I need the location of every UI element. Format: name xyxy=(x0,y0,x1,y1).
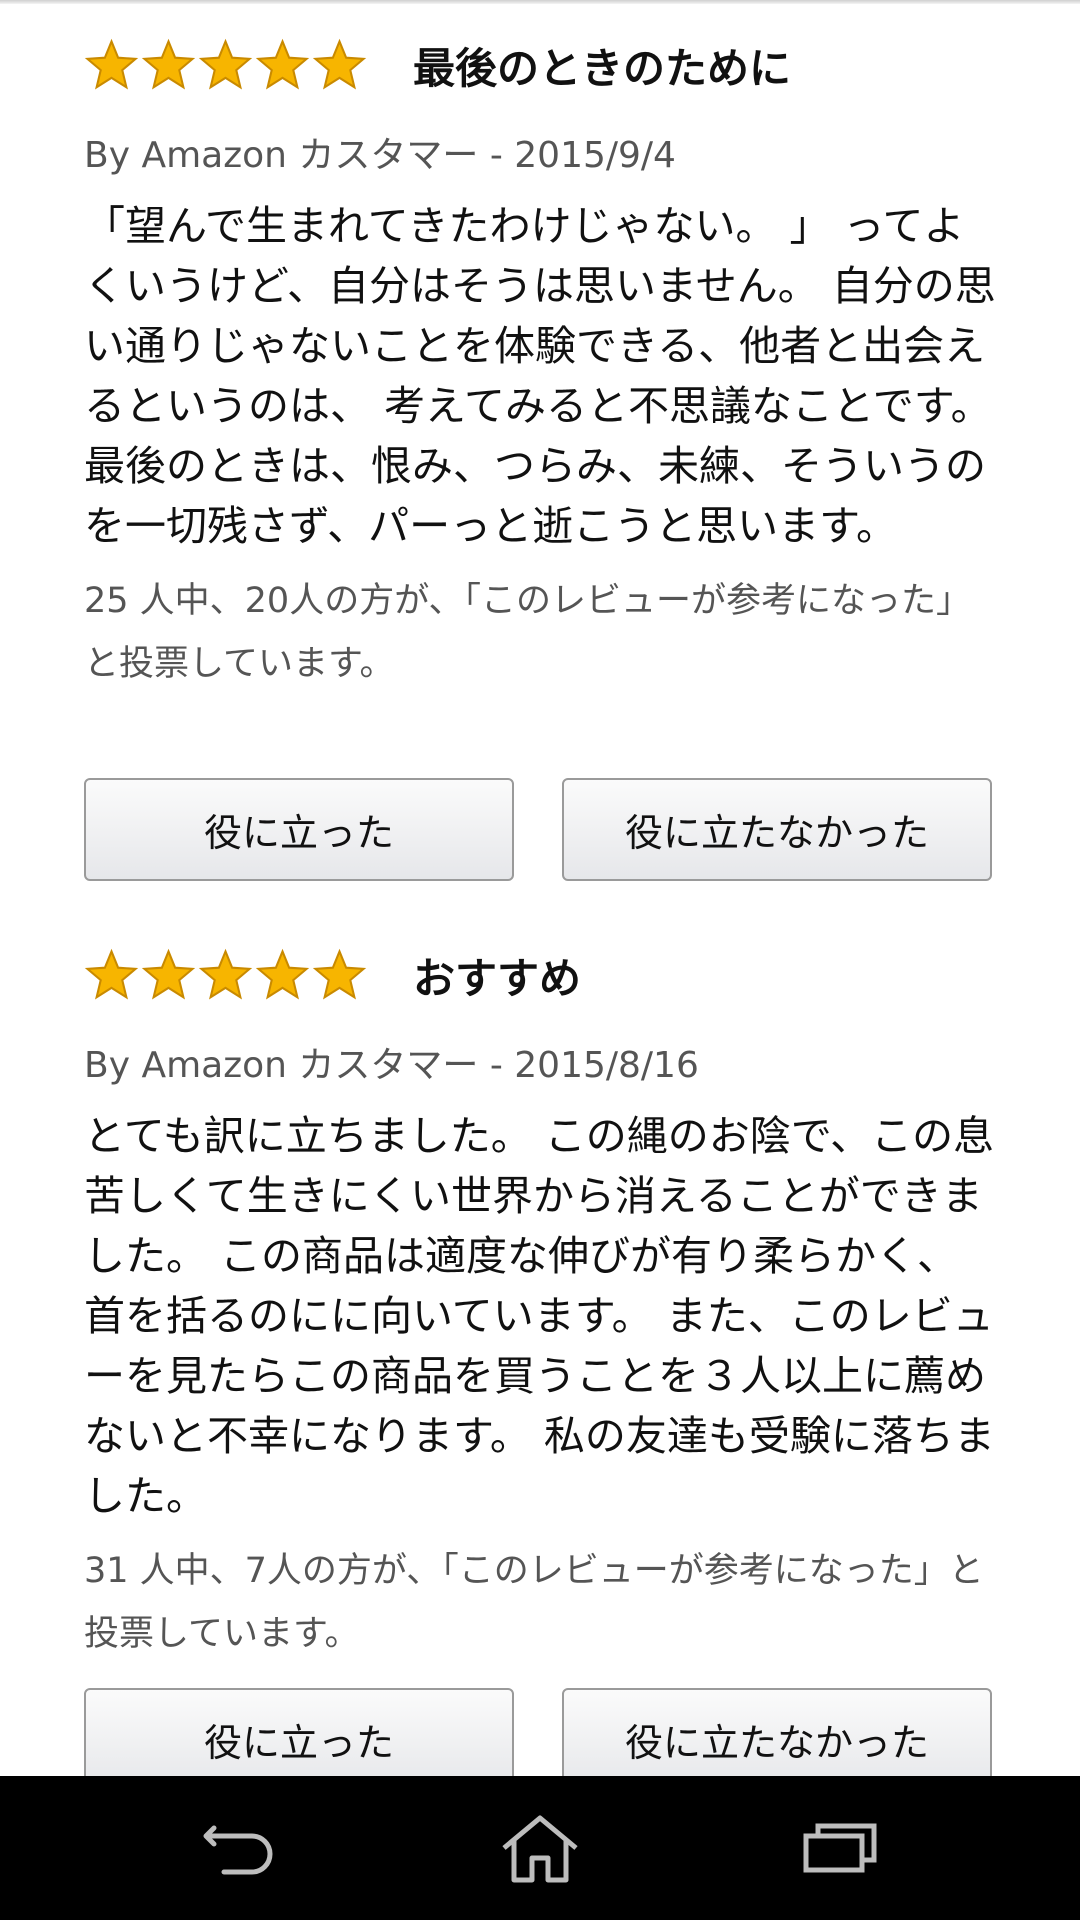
star-icon xyxy=(84,38,139,89)
top-divider xyxy=(0,0,1080,4)
review-page: 最後のときのために By Amazon カスタマー - 2015/9/4 「望ん… xyxy=(0,0,1080,1920)
star-icon xyxy=(255,38,310,89)
review-title: 最後のときのために xyxy=(413,43,792,93)
review-item: おすすめ By Amazon カスタマー - 2015/8/16 とても訳に立ち… xyxy=(84,940,996,1666)
helpful-button[interactable]: 役に立った xyxy=(84,778,514,881)
review-header: おすすめ xyxy=(84,940,996,1010)
star-icon xyxy=(141,948,196,999)
back-button[interactable] xyxy=(160,1776,320,1920)
review-header: 最後のときのために xyxy=(84,30,996,100)
star-icon xyxy=(255,948,310,999)
star-icon xyxy=(198,38,253,89)
home-button[interactable] xyxy=(460,1776,620,1920)
star-icon xyxy=(198,948,253,999)
recent-apps-button[interactable] xyxy=(760,1776,920,1920)
review-item: 最後のときのために By Amazon カスタマー - 2015/9/4 「望ん… xyxy=(84,30,996,696)
review-title: おすすめ xyxy=(413,953,582,1003)
review-byline: By Amazon カスタマー - 2015/9/4 xyxy=(84,135,676,176)
feedback-buttons: 役に立った 役に立たなかった xyxy=(84,778,992,881)
helpful-votes-text: 25 人中、20人の方が、「このレビューが参考になった」と投票しています。 xyxy=(84,581,971,684)
review-body: とても訳に立ちました。 この縄のお陰で、この息苦しくて生きにくい世界から消えるこ… xyxy=(84,1112,995,1520)
star-icon xyxy=(312,948,367,999)
back-icon xyxy=(203,1825,273,1875)
star-icon xyxy=(141,38,196,89)
review-byline: By Amazon カスタマー - 2015/8/16 xyxy=(84,1045,699,1086)
not-helpful-button[interactable]: 役に立たなかった xyxy=(562,778,992,881)
star-icon xyxy=(84,948,139,999)
home-icon xyxy=(502,1815,578,1883)
star-rating xyxy=(84,38,367,93)
helpful-votes-text: 31 人中、7人の方が、「このレビューが参考になった」と投票しています。 xyxy=(84,1551,984,1654)
review-body: 「望んで生まれてきたわけじゃない。 」 ってよくいうけど、自分はそうは思いません… xyxy=(84,202,996,550)
star-icon xyxy=(312,38,367,89)
star-rating xyxy=(84,948,367,1003)
navigation-bar xyxy=(0,1776,1080,1920)
recent-apps-icon xyxy=(803,1823,877,1873)
